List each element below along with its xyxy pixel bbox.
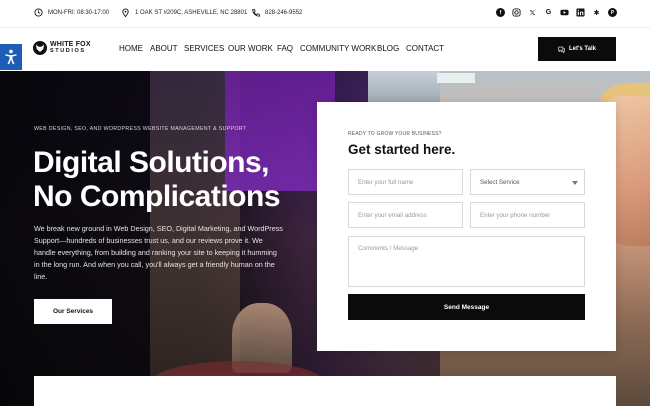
nav-item-community-work[interactable]: COMMUNITY WORK [300, 44, 376, 53]
chat-icon [558, 46, 565, 53]
email-field[interactable]: Enter your email address [348, 202, 463, 228]
clock-icon [34, 8, 43, 17]
phone-field[interactable]: Enter your phone number [470, 202, 585, 228]
full-name-field[interactable]: Enter your full name [348, 169, 463, 195]
yelp-icon[interactable]: ✱ [592, 8, 601, 17]
hero-intro-text: We break new ground in Web Design, SEO, … [34, 224, 283, 281]
our-services-button[interactable]: Our Services [34, 299, 112, 324]
fox-logo-icon [33, 41, 47, 55]
location-pin-icon [122, 8, 129, 17]
hours-text: MON-FRI: 08:30-17:00 [48, 9, 110, 16]
phone-placeholder: Enter your phone number [480, 211, 551, 219]
lets-talk-label: Let's Talk [569, 46, 596, 52]
address-info[interactable]: 1 OAK ST #209C, ASHEVILLE, NC 28801 [121, 8, 247, 17]
hero-headline-line1: Digital Solutions, [33, 146, 270, 179]
form-title: Get started here. [348, 142, 456, 157]
nav-item-home[interactable]: HOME [119, 44, 143, 53]
brand-logo[interactable]: WHITE FOX STUDIOS [33, 41, 91, 55]
service-select[interactable]: Select Service [470, 169, 585, 195]
social-links: f 𝕏 G ✱ P [496, 8, 617, 17]
top-info-bar: MON-FRI: 08:30-17:00 1 OAK ST #209C, ASH… [0, 0, 650, 27]
youtube-icon[interactable] [560, 8, 569, 17]
google-icon[interactable]: G [544, 8, 553, 17]
nav-item-about[interactable]: ABOUT [150, 44, 178, 53]
hours-info: MON-FRI: 08:30-17:00 [34, 8, 109, 17]
pinterest-icon[interactable]: P [608, 8, 617, 17]
email-placeholder: Enter your email address [358, 211, 427, 219]
chevron-down-icon [572, 181, 578, 185]
next-section-panel [34, 376, 616, 406]
address-text: 1 OAK ST #209C, ASHEVILLE, NC 28801 [135, 9, 248, 16]
lets-talk-button[interactable]: Let's Talk [538, 37, 616, 61]
nav-item-faq[interactable]: FAQ [277, 44, 293, 53]
accessibility-icon [5, 49, 17, 65]
lead-form-card: READY TO GROW YOUR BUSINESS? Get started… [317, 102, 616, 351]
street-sign-graphic [437, 73, 475, 83]
message-placeholder: Comments / Message [358, 245, 419, 252]
send-message-button[interactable]: Send Message [348, 294, 585, 320]
message-textarea[interactable]: Comments / Message [348, 236, 585, 287]
nav-item-contact[interactable]: CONTACT [406, 44, 444, 53]
full-name-placeholder: Enter your full name [358, 178, 414, 186]
phone-info[interactable]: 828-246-9552 [251, 8, 302, 17]
phone-icon [252, 8, 260, 17]
linkedin-icon[interactable] [576, 8, 585, 17]
x-icon[interactable]: 𝕏 [528, 8, 537, 17]
instagram-icon[interactable] [512, 8, 521, 17]
hero-eyebrow: WEB DESIGN, SEO, AND WORDPRESS WEBSITE M… [34, 126, 247, 132]
brand-name-line2: STUDIOS [50, 48, 86, 54]
nav-item-services[interactable]: SERVICES [184, 44, 224, 53]
phone-text: 828-246-9552 [265, 9, 303, 16]
nav-item-blog[interactable]: BLOG [377, 44, 399, 53]
nav-item-our-work[interactable]: OUR WORK [228, 44, 273, 53]
hero-headline: Digital Solutions, No Complications [33, 146, 281, 214]
service-select-value: Select Service [480, 178, 520, 186]
form-kicker: READY TO GROW YOUR BUSINESS? [348, 131, 442, 137]
hero-headline-line2: No Complications [33, 180, 281, 213]
accessibility-button[interactable] [0, 44, 22, 70]
facebook-icon[interactable]: f [496, 8, 505, 17]
